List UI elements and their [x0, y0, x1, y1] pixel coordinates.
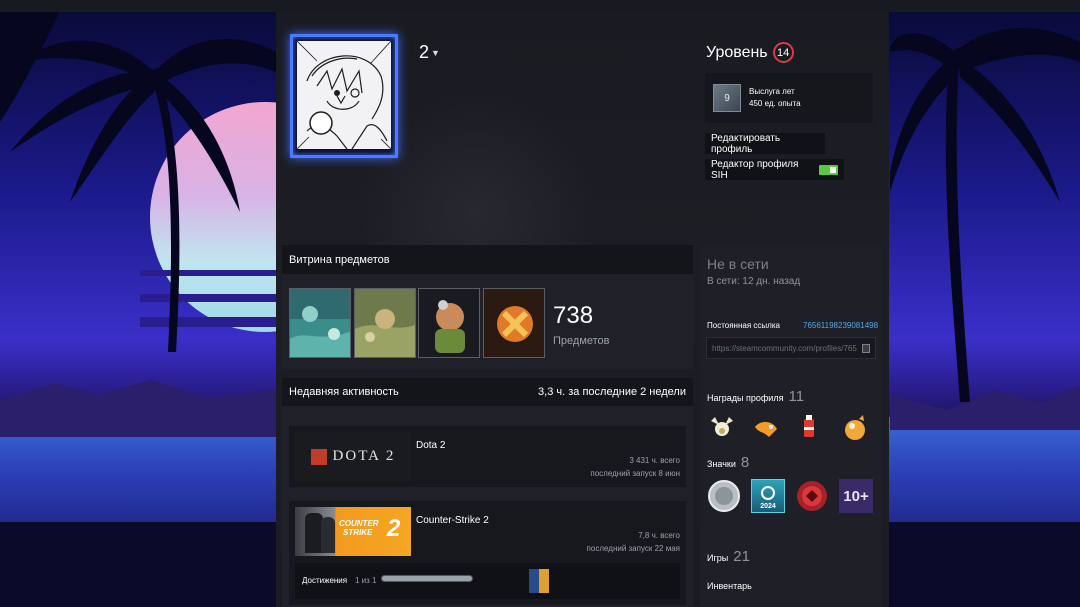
- showcase-item-image: [419, 289, 479, 357]
- award-icon[interactable]: [751, 413, 781, 443]
- last-online: В сети: 12 дн. назад: [707, 276, 801, 287]
- years-xp: 450 ед. опыта: [749, 99, 801, 108]
- games-header[interactable]: Игры 21: [707, 548, 750, 565]
- level-section: Уровень 14: [706, 42, 794, 63]
- cs2-capsule-text-3: 2: [387, 515, 401, 542]
- item-showcase-header: Витрина предметов: [282, 245, 693, 274]
- years-title: Выслуга лет: [749, 87, 795, 96]
- sih-button-label: Редактор профиля SIH: [711, 158, 799, 181]
- game-name[interactable]: Dota 2: [416, 440, 445, 451]
- permalink-input[interactable]: https://steamcommunity.com/profiles/765: [706, 337, 876, 359]
- badge-10plus-label: 10+: [843, 487, 869, 505]
- game-last-played: последний запуск 8 июн: [590, 469, 680, 478]
- top-bar: [0, 0, 1080, 12]
- achievements-progress-fill: [382, 576, 472, 581]
- edit-profile-button[interactable]: Редактировать профиль: [705, 133, 825, 155]
- game-hours: 7,8 ч. всего: [638, 531, 680, 540]
- username-text: 2: [419, 42, 430, 62]
- level-badge[interactable]: 14: [772, 42, 794, 63]
- showcase-item[interactable]: [418, 288, 480, 358]
- achievements-progress: [381, 575, 473, 582]
- chevron-down-icon[interactable]: ▼: [431, 48, 440, 58]
- badges-label: Значки: [707, 459, 736, 469]
- years-badge-icon: 9: [713, 84, 741, 112]
- copy-icon[interactable]: [862, 344, 870, 353]
- cs2-capsule[interactable]: COUNTER STRIKE 2: [295, 507, 411, 556]
- badges-count: 8: [740, 454, 750, 471]
- badge-2024-label: 2024: [760, 503, 776, 510]
- dota2-logo-icon: [310, 448, 327, 465]
- steam-logo-icon: [761, 486, 775, 500]
- badge-2024[interactable]: 2024: [751, 479, 785, 513]
- achievement-icon[interactable]: [529, 569, 549, 593]
- permalink-steamid[interactable]: 76561198239081498: [803, 321, 878, 330]
- profile-awards-header[interactable]: Награды профиля 11: [707, 388, 804, 405]
- badge-10plus[interactable]: 10+: [839, 479, 873, 513]
- cs2-capsule-text-1: COUNTER: [339, 519, 379, 528]
- username[interactable]: 2 ▼: [419, 42, 440, 63]
- game-row-cs2: COUNTER STRIKE 2 Counter-Strike 2 7,8 ч.…: [289, 501, 686, 605]
- games-label: Игры: [707, 553, 729, 563]
- avatar[interactable]: [297, 41, 391, 149]
- dota2-capsule-text: DOTA 2: [332, 448, 396, 464]
- badge-icon[interactable]: [795, 479, 829, 513]
- inventory-link[interactable]: Инвентарь: [707, 581, 752, 591]
- games-count: 21: [733, 548, 750, 565]
- awards-label: Награды профиля: [707, 393, 784, 403]
- badge-icon[interactable]: [707, 479, 741, 513]
- item-showcase-title: Витрина предметов: [289, 253, 390, 266]
- achievements-count: 1 из 1: [355, 576, 377, 585]
- award-icon[interactable]: [795, 413, 825, 443]
- permalink-label: Постоянная ссылка: [707, 321, 780, 330]
- recent-activity-title: Недавняя активность: [289, 386, 399, 398]
- palm-tree-right: [890, 28, 1080, 402]
- game-last-played: последний запуск 22 мая: [586, 544, 680, 553]
- achievements-bar: Достижения 1 из 1: [295, 563, 680, 599]
- recent-activity-header: Недавняя активность 3,3 ч. за последние …: [282, 378, 693, 406]
- showcase-item[interactable]: [354, 288, 416, 358]
- awards-count: 11: [788, 388, 805, 405]
- award-icon[interactable]: [839, 413, 869, 443]
- game-name[interactable]: Counter-Strike 2: [416, 515, 489, 526]
- showcase-item-image: [290, 289, 350, 357]
- showcase-item[interactable]: [483, 288, 545, 358]
- showcase-item-image: [355, 289, 415, 357]
- showcase-item[interactable]: [289, 288, 351, 358]
- achievements-label[interactable]: Достижения: [302, 576, 347, 585]
- years-of-service-badge[interactable]: 9 Выслуга лет 450 ед. опыта: [705, 73, 873, 123]
- level-label: Уровень: [706, 43, 768, 61]
- item-count-label: Предметов: [553, 335, 610, 347]
- award-icon[interactable]: [707, 413, 737, 443]
- sih-profile-editor-button[interactable]: Редактор профиля SIH: [705, 158, 844, 181]
- sih-toggle[interactable]: [818, 164, 838, 175]
- dota2-capsule[interactable]: DOTA 2: [295, 432, 411, 481]
- showcase-item-image: [484, 289, 544, 357]
- item-count[interactable]: 738: [553, 302, 593, 330]
- permalink-url: https://steamcommunity.com/profiles/765: [712, 343, 857, 353]
- cs2-capsule-text-2: STRIKE: [343, 528, 373, 537]
- game-row-dota2: DOTA 2 Dota 2 3 431 ч. всего последний з…: [289, 426, 686, 487]
- recent-activity-summary: 3,3 ч. за последние 2 недели: [538, 386, 686, 398]
- inventory-label: Инвентарь: [707, 581, 752, 591]
- badges-header[interactable]: Значки 8: [707, 454, 749, 471]
- palm-tree-left: [0, 12, 276, 352]
- online-status: Не в сети: [707, 256, 769, 272]
- game-hours: 3 431 ч. всего: [629, 456, 680, 465]
